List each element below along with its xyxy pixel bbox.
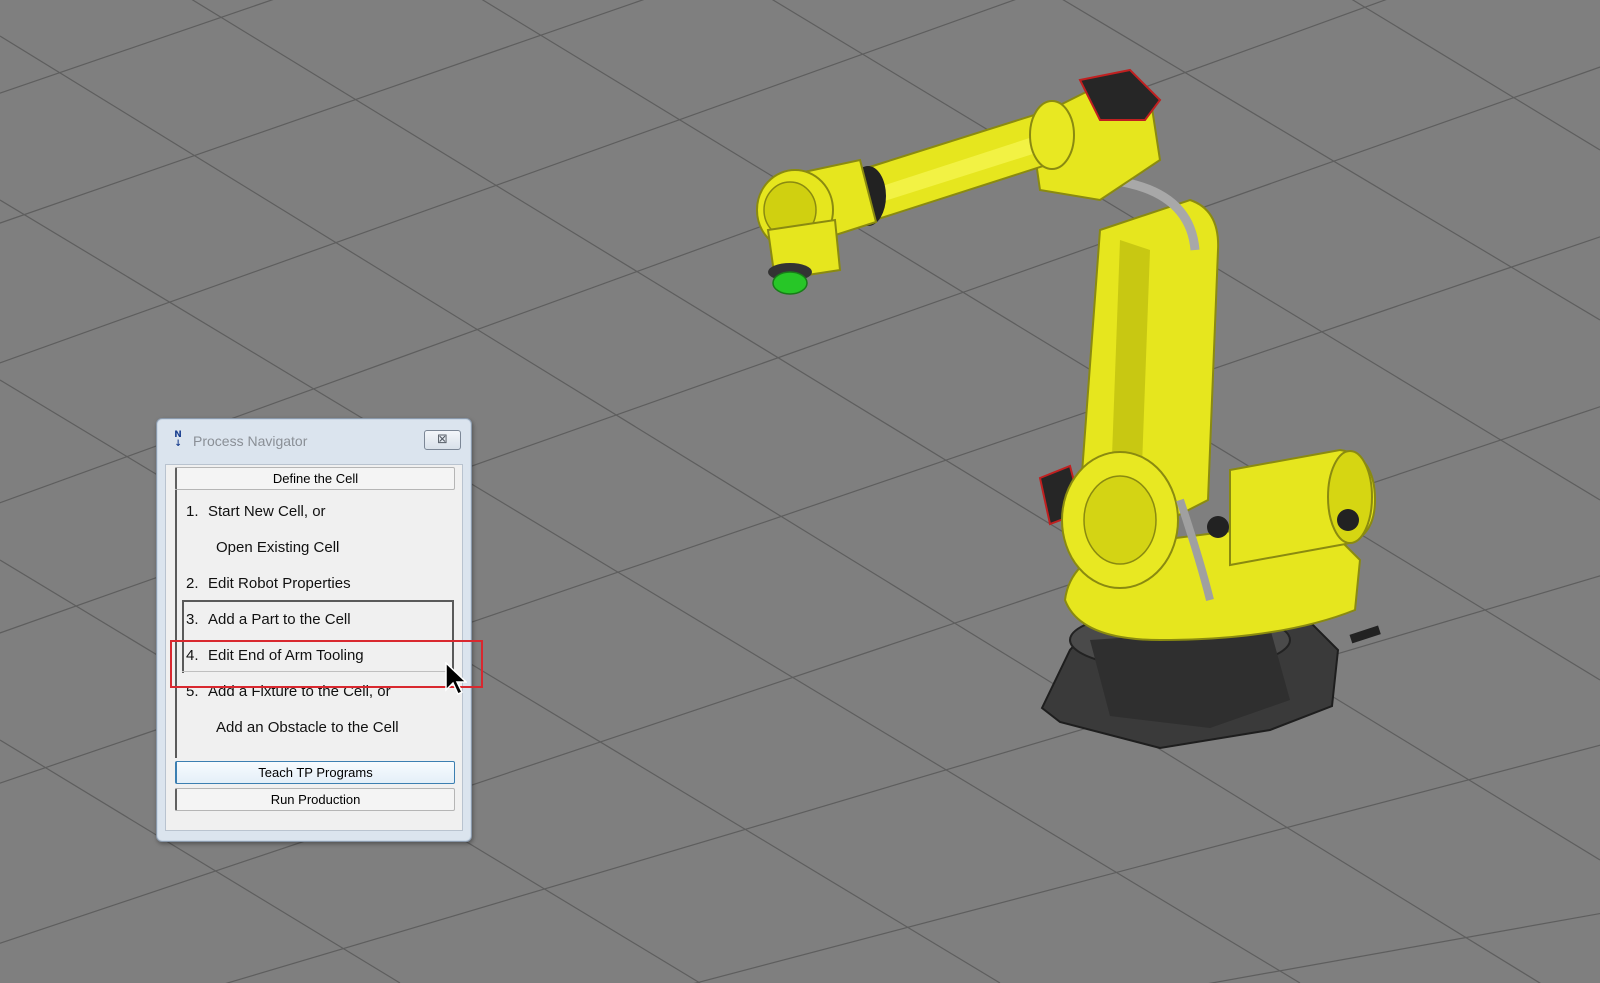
mouse-cursor-icon [445,662,467,696]
step-5-add-obstacle[interactable]: Add an Obstacle to the Cell [216,719,399,736]
robot-model[interactable] [756,68,1381,750]
window-title: Process Navigator [193,433,308,449]
step-1-open-existing-cell[interactable]: Open Existing Cell [216,539,339,556]
step-number: 2. [186,575,199,592]
title-bar[interactable]: N ↓ Process Navigator ⊠ [157,419,471,455]
define-the-cell-button[interactable]: Define the Cell [175,467,455,490]
step-label: Add an Obstacle to the Cell [216,719,399,736]
step-3-add-part[interactable]: 3. Add a Part to the Cell [186,611,351,628]
step-label: Start New Cell, or [208,503,326,520]
step-label: Open Existing Cell [216,539,340,556]
step-number: 3. [186,611,199,628]
process-navigator-icon: N ↓ [174,430,182,449]
close-icon: ⊠ [437,432,448,447]
close-button[interactable]: ⊠ [424,430,461,450]
teach-tp-programs-button[interactable]: Teach TP Programs [175,761,455,784]
highlight-annotation [170,640,483,688]
step-1-start-new-cell[interactable]: 1. Start New Cell, or [186,503,326,520]
step-2-edit-robot-properties[interactable]: 2. Edit Robot Properties [186,575,351,592]
step-label: Add a Part to the Cell [208,611,351,628]
process-navigator-window[interactable]: N ↓ Process Navigator ⊠ Define the Cell 1… [156,418,472,842]
step-number: 1. [186,503,199,520]
steps-rail [175,490,177,758]
step-label: Edit Robot Properties [208,575,351,592]
run-production-button[interactable]: Run Production [175,788,455,811]
